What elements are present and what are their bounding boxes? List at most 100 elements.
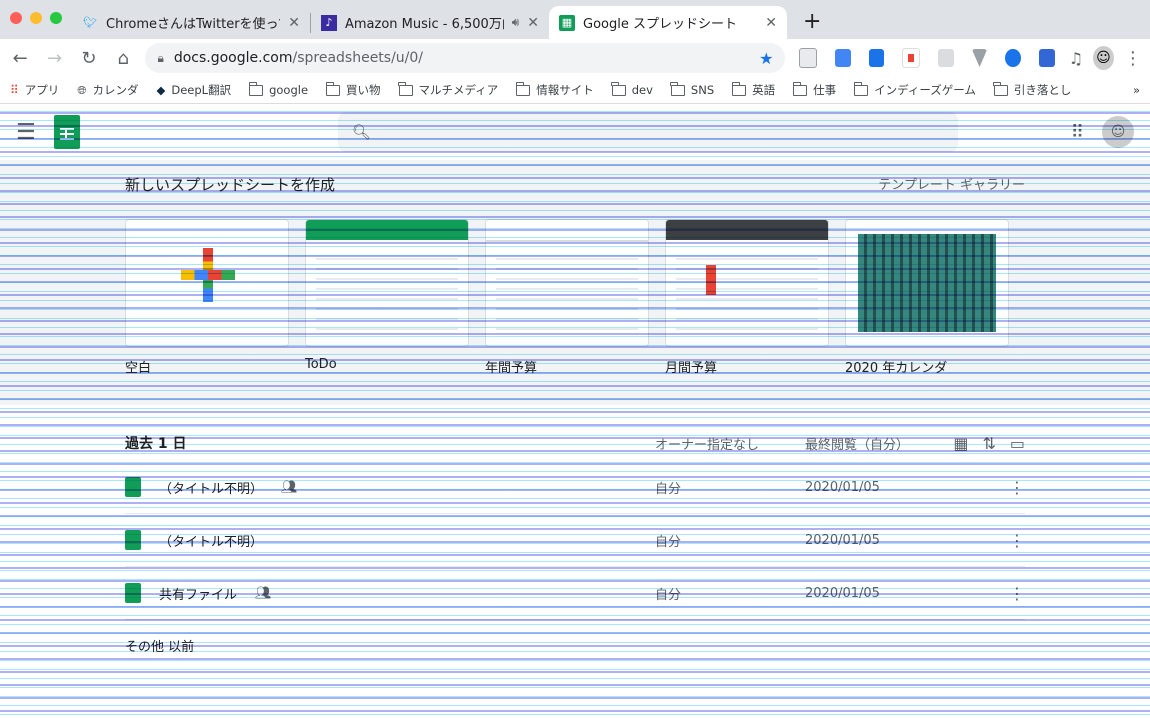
close-icon[interactable]: ✕ [765, 15, 777, 31]
bookmark-folder[interactable]: 仕事 [792, 81, 836, 98]
bookmark-folder[interactable]: インディーズゲーム [853, 81, 976, 98]
bookmark-label: カレンダ [92, 83, 139, 97]
folder-icon [670, 81, 685, 96]
globe-icon: 🌐︎ [77, 82, 87, 97]
more-options-icon[interactable]: ⋮ [955, 584, 1025, 603]
sheets-file-icon [125, 583, 141, 603]
template-calendar[interactable]: 2020 年カレンダ [845, 219, 1009, 376]
window-controls [10, 12, 62, 24]
template-label: ToDo [305, 357, 337, 372]
sort-selector[interactable]: 最終閲覧（自分） [805, 434, 955, 453]
extension-icon[interactable] [868, 49, 885, 67]
folder-icon [993, 81, 1008, 96]
file-row[interactable]: 共有ファイル 👥︎ 自分 2020/01/05 ⋮ [125, 567, 1025, 620]
close-icon[interactable]: ✕ [527, 15, 539, 31]
template-thumbnail [485, 219, 649, 347]
close-icon[interactable]: ✕ [288, 15, 300, 31]
template-label: 月間予算 [665, 361, 718, 376]
deepl-icon: ◆ [156, 83, 166, 97]
new-tab-button[interactable]: + [803, 9, 821, 34]
bookmarks-overflow-icon[interactable]: » [1133, 83, 1140, 97]
file-date: 2020/01/05 [805, 532, 880, 548]
file-date: 2020/01/05 [805, 585, 880, 601]
template-thumbnail [125, 219, 289, 347]
bookmark-label: 買い物 [346, 83, 381, 97]
address-bar[interactable]: 🔒︎ docs.google.com/spreadsheets/u/0/ ★ [145, 43, 786, 73]
file-row[interactable]: （タイトル不明） 自分 2020/01/05 ⋮ [125, 514, 1025, 567]
browser-tabstrip: 🐦︎ ChromeさんはTwitterを使ってい ✕ ♪ Amazon Musi… [0, 0, 1150, 39]
url-path: /spreadsheets/u/0/ [292, 50, 424, 66]
file-owner: 自分 [655, 534, 682, 550]
template-annual-budget[interactable]: 年間予算 [485, 219, 649, 376]
tab-twitter[interactable]: 🐦︎ ChromeさんはTwitterを使ってい ✕ [72, 6, 310, 39]
profile-avatar[interactable]: ☺ [1093, 46, 1114, 70]
lock-icon: 🔒︎ [157, 50, 164, 65]
bookmark-folder[interactable]: 引き落とし [993, 81, 1071, 98]
template-gallery-link[interactable]: テンプレート ギャラリー [878, 174, 1025, 195]
bookmark-folder[interactable]: 英語 [731, 81, 775, 98]
tab-sheets[interactable]: ▦ Google スプレッドシート ✕ [549, 6, 787, 39]
template-todo[interactable]: ToDo [305, 219, 469, 376]
profile-avatar[interactable]: ☺ [1102, 116, 1134, 148]
extension-icon[interactable] [902, 48, 921, 68]
bookmark-folder[interactable]: 買い物 [325, 81, 381, 98]
template-monthly-budget[interactable]: 月間予算 [665, 219, 829, 376]
bookmark-folder[interactable]: マルチメディア [398, 81, 499, 98]
page-content: ☰ 🔍︎ ⠿ ☺ 新しいスプレッドシートを作成 テンプレート ギャラリー 空白 … [0, 104, 1150, 719]
close-window-button[interactable] [10, 12, 22, 24]
template-blank[interactable]: 空白 [125, 219, 289, 376]
extension-icon[interactable] [938, 49, 954, 67]
forward-icon[interactable]: → [42, 44, 66, 72]
tab-title: Google スプレッドシート [583, 17, 737, 32]
folder-icon [731, 81, 747, 96]
search-input[interactable]: 🔍︎ [337, 112, 958, 152]
zoom-window-button[interactable] [50, 12, 62, 24]
bookmark-apps[interactable]: ⠿ アプリ [10, 82, 59, 98]
apps-grid-icon: ⠿ [10, 83, 19, 97]
template-thumbnail [305, 219, 469, 347]
reload-icon[interactable]: ↻ [77, 44, 101, 72]
tab-amazon-music[interactable]: ♪ Amazon Music - 6,500万曲 🔊︎ ✕ [311, 6, 549, 39]
bookmark-folder[interactable]: dev [611, 81, 653, 97]
bookmark-label: DeepL翻訳 [171, 83, 232, 97]
folder-open-icon[interactable]: ▭ [1010, 434, 1025, 453]
sheets-icon: ▦ [559, 14, 575, 31]
minimize-window-button[interactable] [30, 12, 42, 24]
extension-icon[interactable] [1005, 49, 1022, 67]
hamburger-menu-icon[interactable]: ☰ [16, 120, 36, 145]
bookmark-folder[interactable]: google [248, 81, 308, 97]
folder-icon [792, 81, 808, 96]
bookmark-folder[interactable]: 情報サイト [515, 81, 594, 98]
bookmark-calendar[interactable]: 🌐︎ カレンダ [77, 82, 138, 98]
bookmark-folder[interactable]: SNS [670, 81, 714, 97]
template-label: 年間予算 [485, 361, 538, 376]
extension-icon[interactable] [971, 49, 988, 67]
home-icon[interactable]: ⌂ [111, 44, 135, 72]
grid-view-icon[interactable]: ▦ [953, 434, 968, 453]
sort-az-icon[interactable]: ⇅ [982, 434, 995, 453]
more-options-icon[interactable]: ⋮ [955, 531, 1025, 550]
translate-extension-icon[interactable] [835, 49, 851, 67]
owner-filter[interactable]: オーナー指定なし [655, 434, 805, 453]
template-header: 新しいスプレッドシートを作成 テンプレート ギャラリー [125, 174, 1025, 195]
bookmark-star-icon[interactable]: ★ [759, 49, 773, 68]
folder-icon [248, 81, 264, 96]
url-host: docs.google.com [173, 50, 293, 66]
folder-icon [611, 81, 626, 96]
download-extension-icon[interactable] [799, 48, 818, 68]
apps-grid-icon[interactable]: ⠿ [1071, 122, 1084, 143]
folder-icon [325, 81, 341, 96]
bookmark-label: マルチメディア [418, 83, 499, 97]
back-icon[interactable]: ← [8, 44, 32, 72]
bookmark-deepl[interactable]: ◆ DeepL翻訳 [157, 82, 232, 98]
more-options-icon[interactable]: ⋮ [955, 478, 1025, 497]
file-row[interactable]: （タイトル不明） 👥︎ 自分 2020/01/05 ⋮ [125, 461, 1025, 514]
media-control-icon[interactable]: ♫ [1069, 49, 1083, 68]
twitter-icon: 🐦︎ [83, 16, 97, 29]
speaker-icon[interactable]: 🔊︎ [512, 15, 520, 30]
menu-dots-icon[interactable]: ⋮ [1124, 48, 1142, 69]
sheets-file-icon [125, 530, 141, 550]
extension-icon[interactable] [1039, 49, 1055, 67]
template-heading: 新しいスプレッドシートを作成 [125, 176, 336, 194]
files-heading: 過去 1 日 [125, 436, 187, 452]
